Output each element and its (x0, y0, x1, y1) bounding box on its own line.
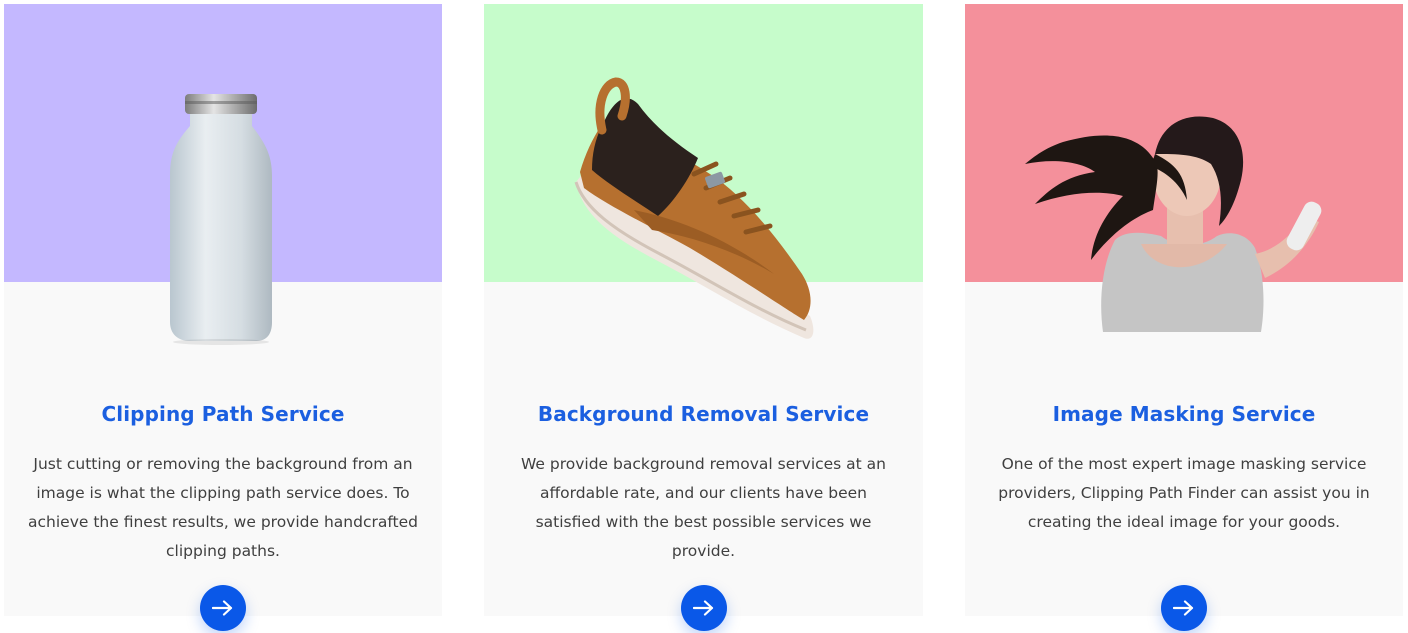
arrow-right-icon (692, 600, 713, 616)
card-description: We provide background removal services a… (520, 455, 887, 560)
brown-sneaker-image (484, 4, 923, 364)
card-title: Image Masking Service (1052, 402, 1316, 426)
white-bottle-image (4, 4, 442, 364)
card-description: One of the most expert image masking ser… (998, 455, 1370, 531)
card-description: Just cutting or removing the background … (28, 455, 418, 560)
woman-hair-image (965, 4, 1403, 364)
service-card-image-masking: Image Masking Service One of the most ex… (965, 4, 1403, 631)
card-title: Background Removal Service (537, 402, 870, 426)
arrow-right-icon (1173, 600, 1194, 616)
image-masking-more-button[interactable] (1161, 585, 1207, 631)
background-removal-more-button[interactable] (680, 585, 727, 631)
services-section: Clipping Path Service Just cutting or re… (0, 0, 1408, 633)
clipping-path-more-button[interactable] (200, 585, 246, 631)
service-card-background-removal: Background Removal Service We provide ba… (484, 4, 923, 631)
arrow-right-icon (212, 600, 233, 616)
service-card-clipping-path: Clipping Path Service Just cutting or re… (4, 4, 442, 631)
card-title: Clipping Path Service (101, 402, 345, 426)
